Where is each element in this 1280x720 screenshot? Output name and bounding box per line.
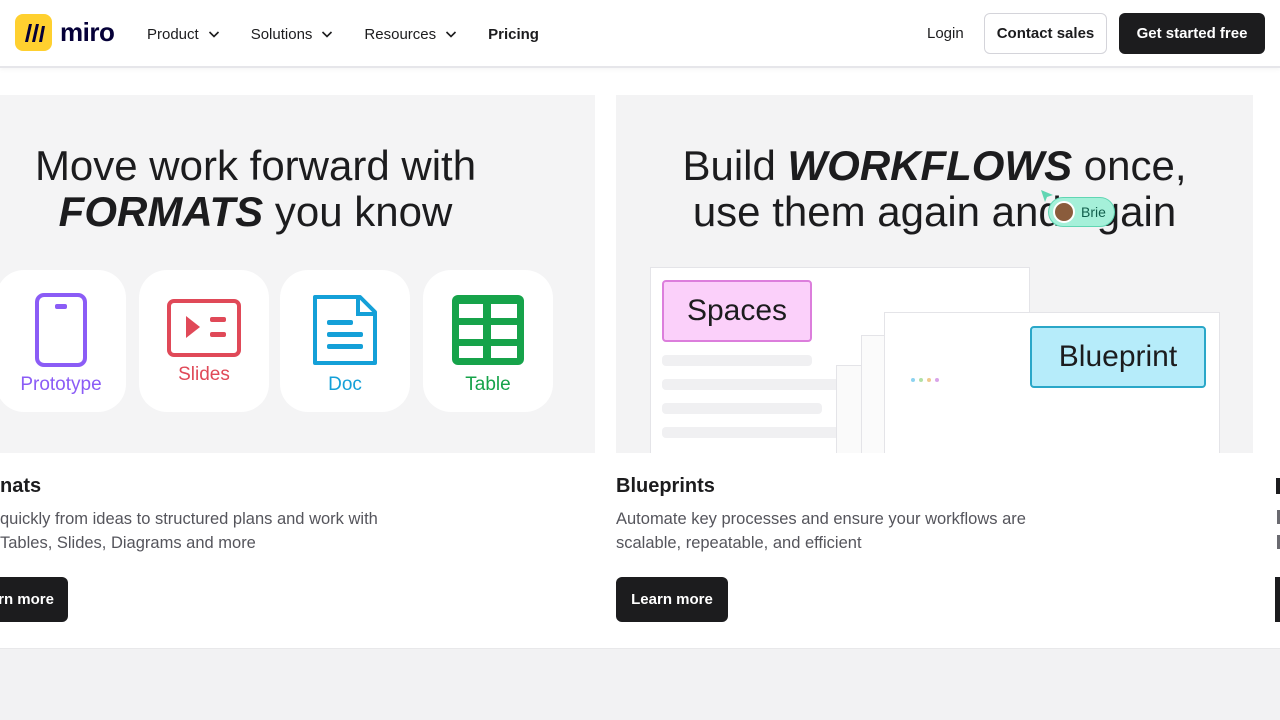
format-prototype-label: Prototype xyxy=(20,374,102,395)
blueprints-desc-line2: scalable, repeatable, and efficient xyxy=(616,534,862,552)
doc-icon xyxy=(313,295,377,365)
miro-logo-icon xyxy=(15,14,52,51)
placeholder-line xyxy=(662,379,842,390)
formats-card-image: Move work forward with FORMATS you know … xyxy=(0,95,595,453)
format-table[interactable]: Table xyxy=(423,270,553,412)
nav-product-label: Product xyxy=(147,25,199,43)
nav-solutions[interactable]: Solutions xyxy=(251,26,335,43)
login-link[interactable]: Login xyxy=(927,25,964,42)
slides-icon xyxy=(167,299,241,357)
format-prototype[interactable]: Prototype xyxy=(0,270,126,412)
format-doc-label: Doc xyxy=(328,374,362,395)
nav-product[interactable]: Product xyxy=(147,26,221,43)
format-slides-label: Slides xyxy=(178,364,230,385)
next-card-button-peek[interactable] xyxy=(1275,577,1280,622)
formats-title-line1: Move work forward with xyxy=(34,142,477,189)
formats-image-title: Move work forward with FORMATS you know xyxy=(0,143,553,235)
format-slides[interactable]: Slides xyxy=(139,270,269,412)
blueprints-title-pre: Build xyxy=(682,142,788,189)
nav-resources[interactable]: Resources xyxy=(364,26,458,43)
bottom-section xyxy=(0,648,1280,720)
formats-card-title: nats xyxy=(0,475,42,497)
chevron-down-icon xyxy=(322,31,333,38)
nav-pricing[interactable]: Pricing xyxy=(488,26,539,43)
nav-solutions-label: Solutions xyxy=(250,25,313,43)
logo-text: miro xyxy=(60,17,115,47)
blueprints-title-line2: use them again and again xyxy=(692,188,1177,235)
prototype-icon xyxy=(35,293,87,367)
formats-title-line2: FORMATS you know xyxy=(0,189,553,235)
collaborator-name: Brie xyxy=(1081,204,1106,220)
formats-desc-line1: quickly from ideas to structured plans a… xyxy=(0,510,378,528)
formats-title-rest: you know xyxy=(263,188,453,235)
blueprints-title-bold: WORKFLOWS xyxy=(787,142,1073,189)
chevron-down-icon xyxy=(208,31,219,38)
blueprints-desc-line1: Automate key processes and ensure your w… xyxy=(616,510,1026,528)
blueprints-card-image: Build WORKFLOWS once, use them again and… xyxy=(616,95,1253,453)
blueprints-title-post: once, xyxy=(1072,142,1187,189)
blueprints-title-line1: Build WORKFLOWS once, xyxy=(616,143,1253,189)
formats-row: Prototype Slides Doc Table xyxy=(0,270,595,412)
formats-title-bold: FORMATS xyxy=(58,188,264,235)
main-nav: Product Solutions Resources Pricing xyxy=(147,0,569,68)
spaces-tag: Spaces xyxy=(662,280,812,342)
placeholder-line xyxy=(662,427,842,438)
formats-card-desc: quickly from ideas to structured plans a… xyxy=(0,507,378,555)
formats-desc-line2: Tables, Slides, Diagrams and more xyxy=(0,534,256,552)
chevron-down-icon xyxy=(446,31,457,38)
loading-dots xyxy=(911,378,939,382)
next-card-title-peek xyxy=(1276,478,1280,494)
site-header: miro Product Solutions Resources Pricing… xyxy=(0,0,1280,68)
miro-logo[interactable]: miro xyxy=(15,14,115,51)
placeholder-line xyxy=(662,403,822,414)
nav-pricing-label: Pricing xyxy=(488,25,539,43)
blueprint-tag: Blueprint xyxy=(1030,326,1206,388)
formats-learn-more-button[interactable]: rn more xyxy=(0,577,68,622)
nav-resources-label: Resources xyxy=(364,25,437,43)
blueprints-card-desc: Automate key processes and ensure your w… xyxy=(616,507,1026,555)
blueprints-learn-more-button[interactable]: Learn more xyxy=(616,577,728,622)
collaborator-cursor-chip: Brie xyxy=(1048,197,1115,227)
table-icon xyxy=(452,295,524,365)
contact-sales-button[interactable]: Contact sales xyxy=(984,13,1107,54)
blueprints-image-title: Build WORKFLOWS once, use them again and… xyxy=(616,143,1253,235)
placeholder-line xyxy=(662,355,812,366)
format-doc[interactable]: Doc xyxy=(280,270,410,412)
format-table-label: Table xyxy=(465,374,511,395)
collaborator-avatar xyxy=(1053,201,1075,223)
blueprints-card-title: Blueprints xyxy=(616,475,715,497)
get-started-button[interactable]: Get started free xyxy=(1119,13,1265,54)
